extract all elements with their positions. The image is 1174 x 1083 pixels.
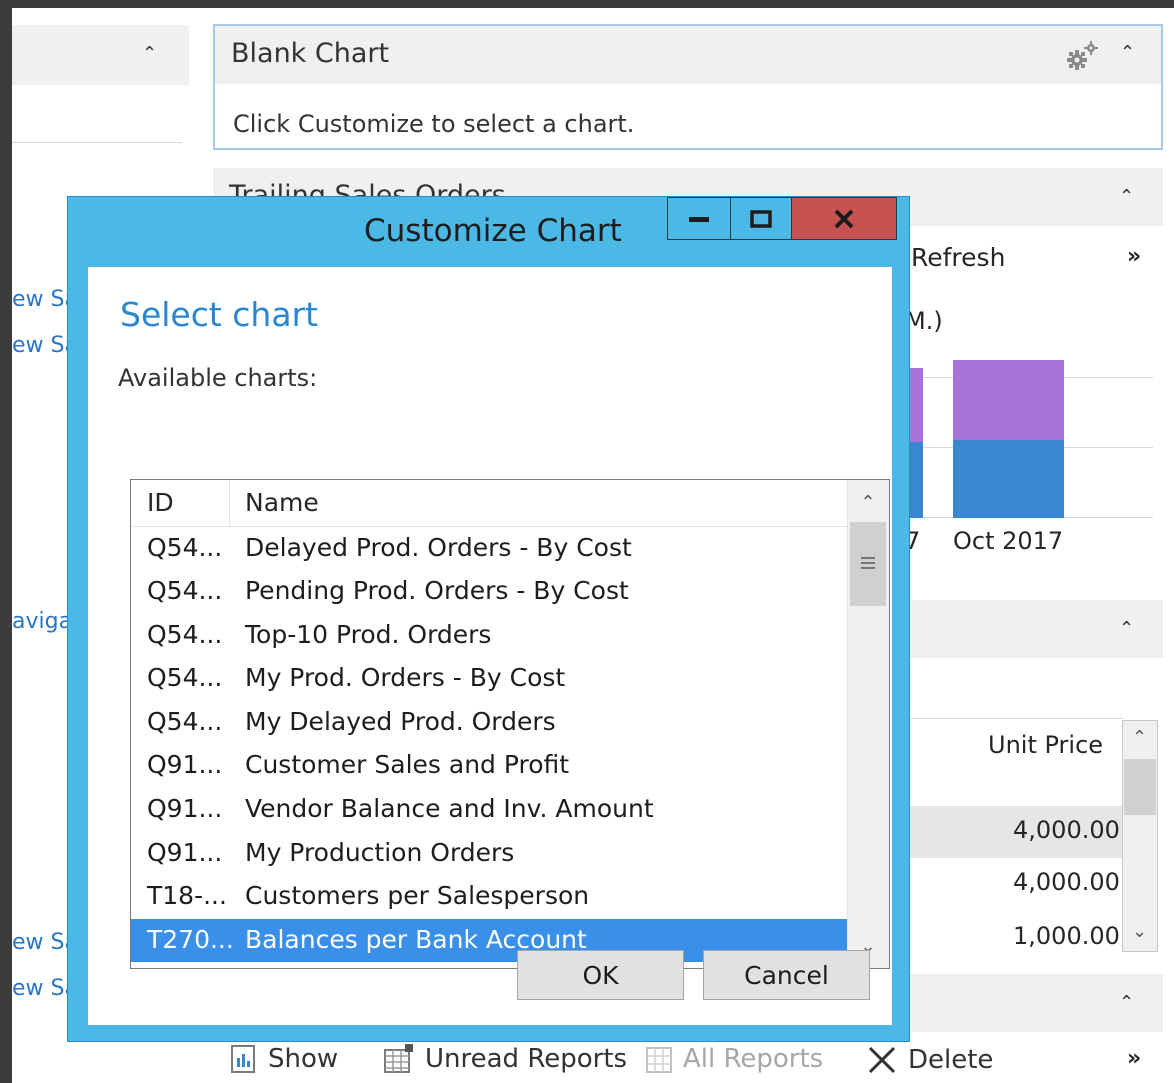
collapse-caret-icon[interactable]: ⌃ bbox=[1119, 994, 1134, 1012]
collapse-caret-icon[interactable]: ⌃ bbox=[1120, 44, 1135, 62]
ok-button[interactable]: OK bbox=[517, 950, 684, 1000]
all-reports-label: All Reports bbox=[683, 1044, 824, 1074]
minimize-button[interactable] bbox=[667, 197, 731, 240]
unread-reports-action[interactable]: Unread Reports bbox=[383, 1044, 627, 1074]
left-panel-divider bbox=[12, 142, 182, 143]
collapse-caret-icon[interactable]: ⌃ bbox=[1119, 620, 1134, 638]
maximize-icon bbox=[750, 209, 772, 228]
blank-chart-message: Click Customize to select a chart. bbox=[233, 110, 635, 138]
chart-id: T270... bbox=[147, 925, 234, 954]
column-header-name[interactable]: Name bbox=[245, 488, 319, 517]
blank-chart-panel: Blank Chart ⌃ Click Customize to select … bbox=[213, 24, 1163, 150]
collapse-caret-icon[interactable]: ⌃ bbox=[142, 45, 157, 63]
all-reports-action[interactable]: All Reports bbox=[645, 1044, 823, 1074]
chart-id: Q54... bbox=[147, 576, 223, 605]
blank-chart-header[interactable]: Blank Chart ⌃ bbox=[215, 26, 1161, 84]
delete-action[interactable]: Delete bbox=[866, 1044, 993, 1076]
unread-reports-label: Unread Reports bbox=[425, 1044, 628, 1074]
scroll-up-icon[interactable]: ⌃ bbox=[848, 482, 888, 522]
next-panel-header[interactable]: ⌃ bbox=[905, 974, 1163, 1032]
chart-id: Q91... bbox=[147, 794, 223, 823]
chart-name: My Prod. Orders - By Cost bbox=[245, 663, 566, 692]
chart-id: Q54... bbox=[147, 663, 223, 692]
chart-name: Customer Sales and Profit bbox=[245, 750, 570, 779]
left-link-3[interactable]: aviga bbox=[12, 609, 67, 634]
close-button[interactable] bbox=[791, 197, 897, 240]
chart-name: Pending Prod. Orders - By Cost bbox=[245, 576, 629, 605]
scroll-thumb[interactable] bbox=[1124, 759, 1156, 815]
left-link-5[interactable]: ew Sa bbox=[12, 976, 67, 1001]
gear-icon[interactable] bbox=[1065, 40, 1101, 76]
chart-subtitle: M.) bbox=[905, 307, 943, 335]
unit-price-header[interactable]: Unit Price bbox=[988, 731, 1103, 759]
blank-chart-title: Blank Chart bbox=[231, 38, 390, 69]
list-item[interactable]: Q54... My Prod. Orders - By Cost bbox=[131, 657, 847, 700]
chart-id: Q91... bbox=[147, 750, 223, 779]
minimize-icon bbox=[689, 216, 709, 222]
show-label: Show bbox=[268, 1044, 339, 1074]
bar-segment-2-bottom bbox=[953, 440, 1064, 518]
chart-id: Q54... bbox=[147, 707, 223, 736]
lines-top-border bbox=[905, 718, 1123, 719]
chart-id: T18-... bbox=[147, 881, 227, 910]
chart-name: Top-10 Prod. Orders bbox=[245, 620, 492, 649]
chart-name: Vendor Balance and Inv. Amount bbox=[245, 794, 654, 823]
chart-id: Q91... bbox=[147, 838, 223, 867]
delete-icon bbox=[868, 1046, 896, 1074]
list-item[interactable]: Q91... Vendor Balance and Inv. Amount bbox=[131, 788, 847, 831]
left-link-2[interactable]: ew Sa bbox=[12, 333, 67, 358]
bar-segment-2-top bbox=[953, 360, 1064, 440]
list-item[interactable]: Q91... My Production Orders bbox=[131, 832, 847, 875]
cancel-button[interactable]: Cancel bbox=[703, 950, 870, 1000]
window-frame-top bbox=[0, 0, 1174, 8]
report-icon bbox=[231, 1045, 255, 1073]
lines-scrollbar[interactable]: ⌃ ⌄ bbox=[1122, 720, 1158, 952]
list-item[interactable]: T18-... Customers per Salesperson bbox=[131, 875, 847, 918]
delete-label: Delete bbox=[908, 1045, 994, 1075]
dialog-title: Customize Chart bbox=[364, 213, 622, 249]
scroll-down-icon[interactable]: ⌄ bbox=[1132, 921, 1147, 942]
all-reports-icon bbox=[646, 1047, 672, 1073]
customize-chart-dialog: Customize Chart Select chart Available c… bbox=[67, 196, 910, 1042]
available-charts-label: Available charts: bbox=[118, 364, 318, 392]
lines-panel-header[interactable]: ⌃ bbox=[905, 600, 1163, 658]
close-icon bbox=[834, 209, 854, 228]
collapse-caret-icon[interactable]: ⌃ bbox=[1119, 188, 1134, 206]
unread-reports-icon bbox=[384, 1044, 413, 1073]
chart-name: Customers per Salesperson bbox=[245, 881, 590, 910]
scroll-up-icon[interactable]: ⌃ bbox=[1132, 727, 1147, 748]
list-header: ID Name bbox=[131, 480, 847, 527]
dialog-content: Select chart Available charts: ID Name Q… bbox=[88, 267, 892, 1025]
maximize-button[interactable] bbox=[730, 197, 792, 240]
toolbar-more-icon[interactable]: » bbox=[1127, 1046, 1141, 1071]
column-divider bbox=[229, 480, 230, 526]
chart-name: My Production Orders bbox=[245, 838, 515, 867]
section-title: Select chart bbox=[120, 295, 319, 334]
scroll-thumb[interactable] bbox=[850, 522, 886, 606]
chart-id: Q54... bbox=[147, 533, 223, 562]
chart-id: Q54... bbox=[147, 620, 223, 649]
list-item[interactable]: Q54... Top-10 Prod. Orders bbox=[131, 614, 847, 657]
unit-price-value: 4,000.00 bbox=[1013, 868, 1120, 896]
chart-name: Delayed Prod. Orders - By Cost bbox=[245, 533, 632, 562]
show-action[interactable]: Show bbox=[230, 1044, 338, 1074]
refresh-action[interactable]: Refresh bbox=[911, 243, 1005, 272]
window-frame-left bbox=[0, 0, 12, 1083]
unit-price-value: 1,000.00 bbox=[1013, 922, 1120, 950]
more-actions-icon[interactable]: » bbox=[1127, 244, 1141, 269]
x-tick-label: Oct 2017 bbox=[953, 527, 1064, 555]
unit-price-value: 4,000.00 bbox=[1013, 816, 1120, 844]
left-link-1[interactable]: ew Sa bbox=[12, 287, 67, 312]
list-item[interactable]: Q91... Customer Sales and Profit bbox=[131, 744, 847, 787]
chart-name: My Delayed Prod. Orders bbox=[245, 707, 556, 736]
list-scrollbar[interactable]: ⌃ ⌄ bbox=[847, 480, 889, 968]
column-header-id[interactable]: ID bbox=[147, 488, 174, 517]
list-item[interactable]: Q54... My Delayed Prod. Orders bbox=[131, 701, 847, 744]
left-link-4[interactable]: ew Sa bbox=[12, 930, 67, 955]
list-item[interactable]: Q54... Delayed Prod. Orders - By Cost bbox=[131, 527, 847, 570]
grip-icon bbox=[861, 557, 875, 569]
left-panel-header[interactable]: ⌃ bbox=[12, 25, 189, 85]
available-charts-list[interactable]: ID Name Q54... Delayed Prod. Orders - By … bbox=[130, 479, 890, 969]
list-item[interactable]: Q54... Pending Prod. Orders - By Cost bbox=[131, 570, 847, 613]
